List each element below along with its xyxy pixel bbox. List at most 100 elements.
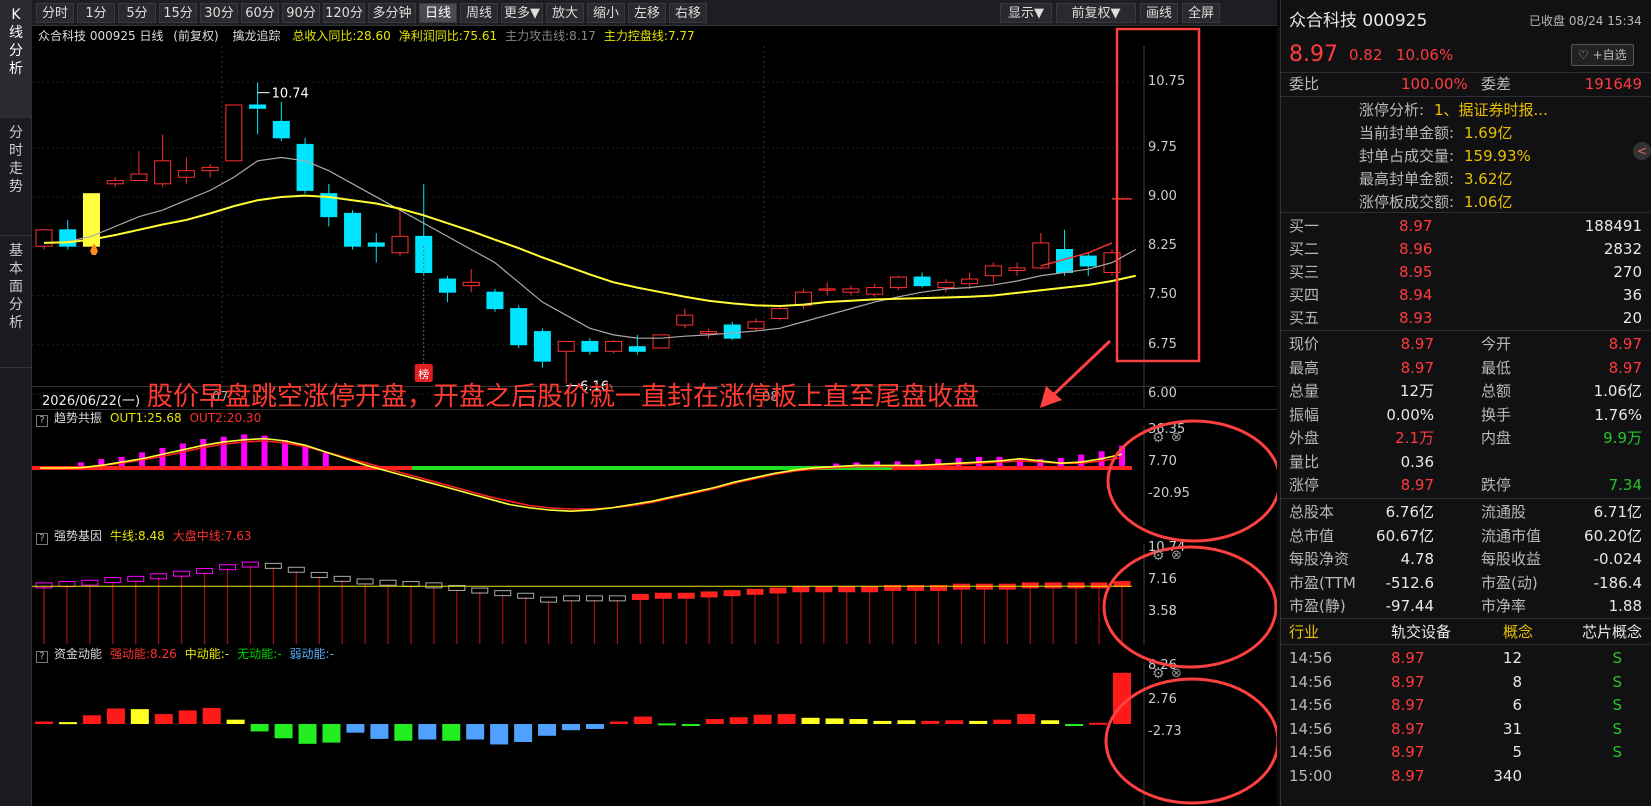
quote-panel: 众合科技 000925 已收盘 08/24 15:34 8.97 0.82 10… xyxy=(1280,0,1651,806)
toolbar-button-1[interactable]: 1分 xyxy=(77,3,115,23)
limit-info-value: 3.62亿 xyxy=(1464,170,1513,188)
quote-row: 总量 12万 总额 1.06亿 xyxy=(1281,379,1651,403)
tab-intraday[interactable]: 分时走势 xyxy=(0,118,32,236)
fund-label: 每股净资 xyxy=(1289,550,1350,568)
limit-info-label: 最高封单金额: xyxy=(1359,170,1455,188)
bid-volume: 188491 xyxy=(1584,217,1642,235)
toolbar-button-9[interactable]: 日线 xyxy=(419,3,457,23)
tick-volume: 8 xyxy=(1512,672,1522,691)
quote-row: 量比 0.36 xyxy=(1281,450,1651,474)
add-watchlist-button[interactable]: ♡ +自选 xyxy=(1571,44,1634,66)
fund-label-2: 流通股 xyxy=(1481,503,1527,521)
toolbar-button-8[interactable]: 多分钟 xyxy=(368,3,416,23)
tick-volume: 5 xyxy=(1512,743,1522,761)
tick-side: S xyxy=(1612,719,1622,738)
weibi-label: 委比 xyxy=(1289,75,1320,93)
tick-volume: 31 xyxy=(1502,719,1522,738)
tick-price: 8.97 xyxy=(1391,743,1425,761)
limit-info-value: 159.93% xyxy=(1464,147,1531,165)
quote-value-2: 9.9万 xyxy=(1603,429,1642,447)
tab-fundamental[interactable]: 基本面分析 xyxy=(0,236,32,368)
quote-value: 2.1万 xyxy=(1395,429,1434,447)
tab-kline[interactable]: K线分析 xyxy=(0,0,32,118)
settings-gear-icon[interactable]: ⚙ xyxy=(1152,666,1165,682)
toolbar-button-0[interactable]: 分时 xyxy=(36,3,74,23)
quote-label: 振幅 xyxy=(1289,405,1320,424)
toolbar-button-6[interactable]: 90分 xyxy=(282,3,320,23)
fund-label: 市盈(静) xyxy=(1289,597,1346,615)
weicha-label: 委差 xyxy=(1481,75,1512,93)
price-change: 0.82 xyxy=(1349,46,1383,64)
settings-gear-icon[interactable]: ⚙ xyxy=(1152,548,1165,564)
highlight-rectangle xyxy=(1115,27,1201,363)
fundamental-row: 总市值 60.67亿 流通市值 60.20亿 xyxy=(1281,524,1651,548)
limit-info-value: 1.06亿 xyxy=(1464,193,1513,211)
fund-value: -97.44 xyxy=(1385,597,1434,615)
quote-label: 量比 xyxy=(1289,452,1320,471)
settings-gear-icon[interactable]: ⚙ xyxy=(1152,430,1165,446)
fund-label: 总股本 xyxy=(1289,503,1335,521)
toolbar-right-button-2[interactable]: 画线 xyxy=(1140,3,1178,23)
quote-row: 现价 8.97 今开 8.97 xyxy=(1281,332,1651,356)
close-panel-icon[interactable]: ⊗ xyxy=(1171,430,1182,445)
highlight-ellipse-1 xyxy=(1106,419,1277,543)
tick-time: 14:56 xyxy=(1289,649,1333,667)
bid-volume: 2832 xyxy=(1603,240,1642,258)
toolbar-right-button-1[interactable]: 前复权▼ xyxy=(1056,3,1136,23)
toolbar-button-5[interactable]: 60分 xyxy=(241,3,279,23)
toolbar-button-4[interactable]: 30分 xyxy=(200,3,238,23)
toolbar-button-13[interactable]: 缩小 xyxy=(587,3,625,23)
left-tab-bar: K线分析 分时走势 基本面分析 xyxy=(0,0,32,806)
tick-row: 14:56 8.97 5 S xyxy=(1281,740,1651,764)
limit-info-value[interactable]: 1、据证券时报... xyxy=(1434,98,1548,122)
quote-value-2: 8.97 xyxy=(1608,335,1642,353)
limit-info-row: 封单占成交量: 159.93% xyxy=(1281,144,1651,168)
toolbar-button-15[interactable]: 右移 xyxy=(669,3,707,23)
fundamental-row: 市盈(静) -97.44 市净率 1.88 xyxy=(1281,594,1651,618)
fund-label-2: 每股收益 xyxy=(1481,550,1542,568)
quote-value-2: 8.97 xyxy=(1608,358,1642,377)
fund-label-2: 市盈(动) xyxy=(1481,573,1538,592)
fund-label: 总市值 xyxy=(1289,526,1335,545)
annotation-arrow xyxy=(1048,339,1112,400)
tick-row: 14:56 8.97 31 S xyxy=(1281,717,1651,741)
fund-value: 6.76亿 xyxy=(1385,503,1434,521)
quote-row: 振幅 0.00% 换手 1.76% xyxy=(1281,403,1651,427)
tick-price: 8.97 xyxy=(1391,649,1425,667)
limit-info-row: 涨停分析: 1、据证券时报... xyxy=(1281,98,1651,122)
fund-label-2: 流通市值 xyxy=(1481,526,1542,545)
toolbar-button-12[interactable]: 放大 xyxy=(546,3,584,23)
quote-label: 现价 xyxy=(1289,335,1320,353)
bid-row: 买三 8.95 270 xyxy=(1281,260,1651,284)
toolbar-button-11[interactable]: 更多▼ xyxy=(501,3,543,23)
toolbar-button-3[interactable]: 15分 xyxy=(159,3,197,23)
concept-value[interactable]: 芯片概念 xyxy=(1582,620,1642,644)
toolbar-button-14[interactable]: 左移 xyxy=(628,3,666,23)
fund-value: 4.78 xyxy=(1400,550,1434,568)
toolbar-right-button-3[interactable]: 全屏 xyxy=(1182,3,1220,23)
quote-value: 0.00% xyxy=(1386,405,1434,424)
industry-value[interactable]: 轨交设备 xyxy=(1391,620,1451,644)
bid-volume: 20 xyxy=(1622,309,1642,327)
fund-label: 市盈(TTM xyxy=(1289,573,1356,592)
limit-info-label: 涨停分析: xyxy=(1359,101,1425,119)
collapse-arrow-icon[interactable]: < xyxy=(1633,142,1651,160)
toolbar-button-7[interactable]: 120分 xyxy=(323,3,365,23)
close-panel-icon[interactable]: ⊗ xyxy=(1171,548,1182,563)
close-panel-icon[interactable]: ⊗ xyxy=(1171,666,1182,681)
toolbar-button-2[interactable]: 5分 xyxy=(118,3,156,23)
fund-value-2: -186.4 xyxy=(1593,573,1642,592)
highlight-ellipse-3 xyxy=(1104,677,1277,805)
toolbar-button-10[interactable]: 周线 xyxy=(460,3,498,23)
limit-info-label: 封单占成交量: xyxy=(1359,147,1455,165)
tick-volume: 340 xyxy=(1493,766,1522,785)
toolbar-right-button-0[interactable]: 显示▼ xyxy=(1000,3,1052,23)
limit-info-label: 涨停板成交额: xyxy=(1359,193,1455,211)
limit-info-row: 当前封单金额: 1.69亿 xyxy=(1281,121,1651,145)
quote-label: 外盘 xyxy=(1289,429,1320,447)
weicha-value: 191649 xyxy=(1584,75,1642,93)
price-change-pct: 10.06% xyxy=(1396,46,1454,64)
fund-value-2: -0.024 xyxy=(1593,550,1642,568)
limit-info-row: 最高封单金额: 3.62亿 xyxy=(1281,167,1651,191)
bid-row: 买五 8.93 20 xyxy=(1281,306,1651,330)
